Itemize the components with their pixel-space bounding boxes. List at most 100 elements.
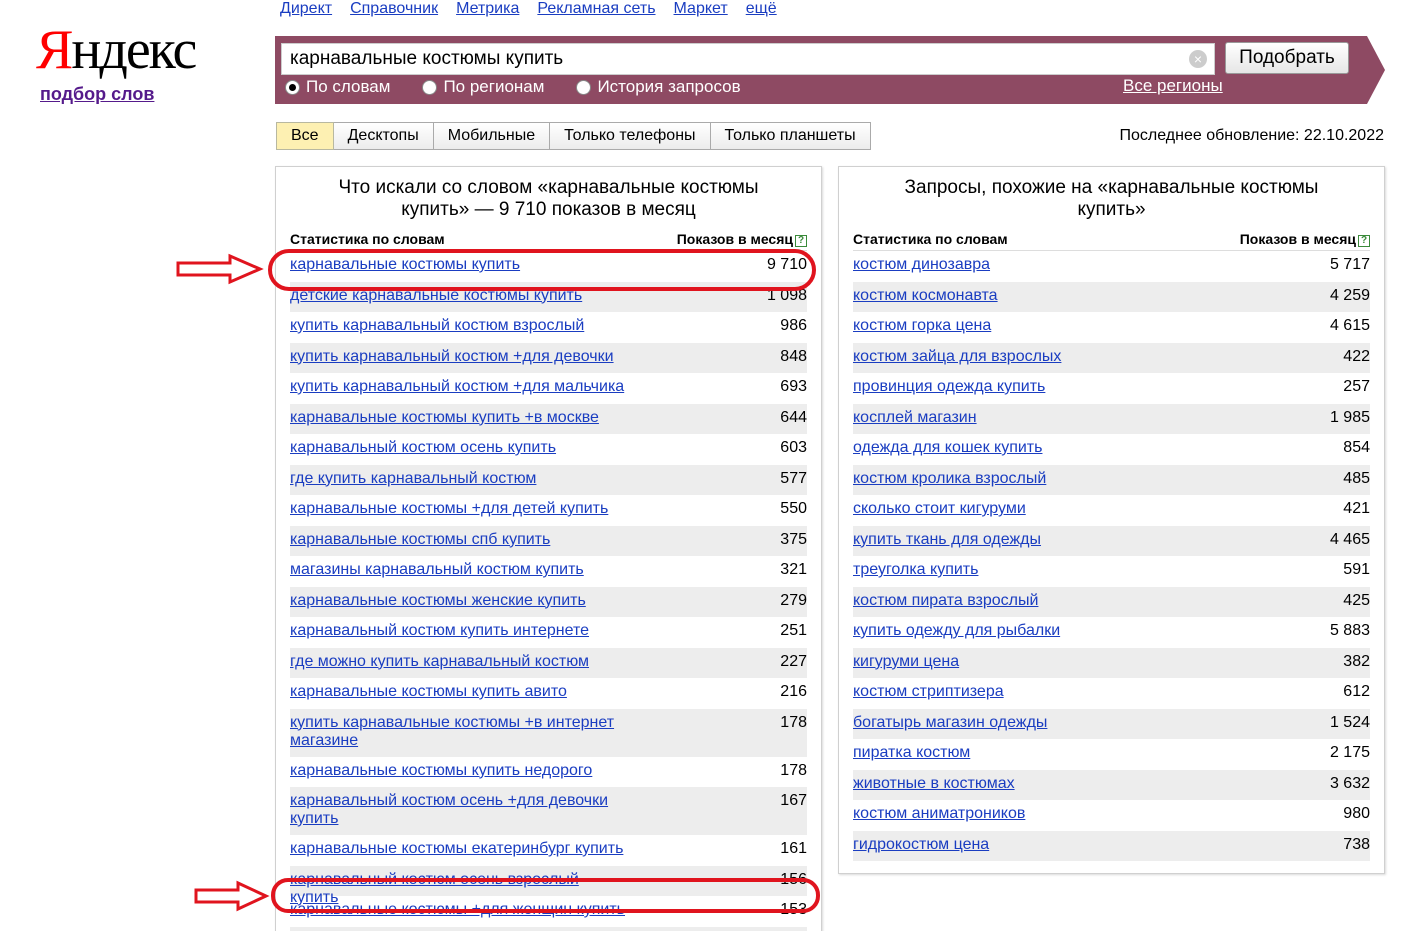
tab-tablets-only[interactable]: Только планшеты <box>710 122 871 150</box>
query-link[interactable]: карнавальный костюм купить интернете <box>290 622 589 640</box>
impressions-count: 421 <box>1343 500 1370 517</box>
table-row: магазины карнавальный костюм купить 321 <box>290 556 807 587</box>
table-body: костюм динозавра 5 717 костюм космонавта 4 … <box>853 251 1370 861</box>
mode-by-regions[interactable]: По регионам <box>422 77 544 97</box>
table-row: костюм горка цена 4 615 <box>853 312 1370 343</box>
query-link[interactable]: карнавальные костюмы спб купить <box>290 531 550 549</box>
search-input[interactable] <box>281 43 1215 75</box>
clear-icon[interactable]: × <box>1189 50 1207 68</box>
impressions-count: 178 <box>780 761 807 779</box>
query-link[interactable]: костюм динозавра <box>853 256 990 274</box>
query-link[interactable]: сколько стоит кигуруми <box>853 500 1026 518</box>
query-link[interactable]: карнавальные костюмы купить +в москве <box>290 409 599 427</box>
query-link[interactable]: костюм пирата взрослый <box>853 592 1038 610</box>
table-row: костюм зайца для взрослых 422 <box>853 342 1370 373</box>
query-link[interactable]: провинция одежда купить <box>853 378 1045 396</box>
impressions-count: 1 098 <box>766 286 807 304</box>
help-icon[interactable]: ? <box>795 235 807 247</box>
nav-link-help[interactable]: Справочник <box>350 0 438 18</box>
radio-icon[interactable] <box>576 79 592 95</box>
nav-link-market[interactable]: Маркет <box>674 0 728 18</box>
submit-button[interactable]: Подобрать <box>1225 42 1349 74</box>
table-row: костюм стриптизера 612 <box>853 678 1370 709</box>
query-link[interactable]: купить карнавальный костюм +для мальчика <box>290 378 624 396</box>
tab-all[interactable]: Все <box>276 122 334 150</box>
nav-link-metrika[interactable]: Метрика <box>456 0 519 18</box>
query-link[interactable]: купить ткань для одежды <box>853 531 1041 549</box>
tab-phones-only[interactable]: Только телефоны <box>550 122 711 150</box>
query-link[interactable]: купить карнавальные костюмы +в интернет … <box>290 714 630 750</box>
table-row: где купить карнавальный костюм 577 <box>290 464 807 495</box>
query-link[interactable]: карнавальные костюмы купить недорого <box>290 762 592 780</box>
impressions-count: 980 <box>1343 805 1370 822</box>
wordstat-link[interactable]: подбор слов <box>40 84 154 105</box>
query-link[interactable]: костюм стриптизера <box>853 683 1004 701</box>
impressions-count: 156 <box>780 870 807 888</box>
mode-by-words[interactable]: По словам <box>285 77 390 97</box>
impressions-count: 321 <box>780 561 807 578</box>
impressions-count: 577 <box>780 469 807 487</box>
query-link[interactable]: карнавальный костюм осень купить <box>290 439 556 457</box>
nav-link-more[interactable]: ещё <box>746 0 777 18</box>
query-link[interactable]: купить карнавальный костюм взрослый <box>290 317 584 335</box>
query-link[interactable]: животные в костюмах <box>853 775 1015 793</box>
mode-history[interactable]: История запросов <box>576 77 741 97</box>
query-link[interactable]: купить карнавальный костюм +для девочки <box>290 348 614 366</box>
query-link[interactable]: купить одежду для рыбалки <box>853 622 1060 640</box>
query-link[interactable]: где можно купить карнавальный костюм <box>290 653 589 671</box>
search-mode-group: По словам По регионам История запросов <box>285 77 773 97</box>
query-link[interactable]: косплей магазин <box>853 409 977 427</box>
query-link[interactable]: гидрокостюм цена <box>853 836 989 854</box>
query-link[interactable]: где купить карнавальный костюм <box>290 470 536 488</box>
query-link[interactable]: карнавальные костюмы екатеринбург купить <box>290 840 623 858</box>
yandex-logo[interactable]: Яндекс <box>36 22 197 78</box>
impressions-count: 3 632 <box>1329 774 1370 792</box>
radio-icon[interactable] <box>422 79 438 95</box>
query-link[interactable]: карнавальные костюмы купить <box>290 256 520 274</box>
table-row: карнавальные костюмы купить 9 710 <box>290 251 807 282</box>
tab-desktops[interactable]: Десктопы <box>333 122 434 150</box>
query-link[interactable]: кигуруми цена <box>853 653 959 671</box>
table-row: где можно купить карнавальный костюм 227 <box>290 647 807 678</box>
impressions-count: 485 <box>1343 469 1370 487</box>
impressions-count: 5 883 <box>1329 622 1370 639</box>
impressions-count: 9 710 <box>766 256 807 273</box>
nav-link-direct[interactable]: Директ <box>280 0 332 18</box>
table-row: одежда для кошек купить 854 <box>853 434 1370 465</box>
query-link[interactable]: костюм аниматроников <box>853 805 1025 823</box>
table-row: костюм космонавта 4 259 <box>853 281 1370 312</box>
table-row: карнавальные костюмы купить +в москве 644 <box>290 403 807 434</box>
query-link[interactable]: детские карнавальные костюмы купить <box>290 287 582 305</box>
query-link[interactable]: богатырь магазин одежды <box>853 714 1047 732</box>
table-row: карнавальные костюмы екатеринбург купить… <box>290 835 807 866</box>
query-link[interactable]: одежда для кошек купить <box>853 439 1042 457</box>
impressions-count: 4 615 <box>1329 317 1370 334</box>
table-row: карнавальные костюмы +для детей купить 55… <box>290 495 807 526</box>
query-link[interactable]: карнавальный костюм осень +для девочки к… <box>290 792 630 828</box>
impressions-count: 161 <box>780 840 807 857</box>
nav-link-ad-network[interactable]: Рекламная сеть <box>537 0 655 18</box>
help-icon[interactable]: ? <box>1358 235 1370 247</box>
table-row: карнавальный костюм хэллоуин купить145 <box>290 926 807 931</box>
radio-selected-icon[interactable] <box>285 79 300 95</box>
query-link[interactable]: костюм космонавта <box>853 287 998 305</box>
impressions-count: 425 <box>1343 591 1370 609</box>
query-link[interactable]: карнавальные костюмы женские купить <box>290 592 586 610</box>
query-link[interactable]: магазины карнавальный костюм купить <box>290 561 584 579</box>
impressions-count: 167 <box>780 792 807 809</box>
impressions-count: 738 <box>1343 835 1370 853</box>
query-link[interactable]: костюм зайца для взрослых <box>853 348 1061 366</box>
query-link[interactable]: пиратка костюм <box>853 744 970 762</box>
query-link[interactable]: костюм кролика взрослый <box>853 470 1046 488</box>
query-link[interactable]: карнавальные костюмы +для женщин купить <box>290 901 625 919</box>
query-link[interactable]: костюм горка цена <box>853 317 991 335</box>
query-link[interactable]: карнавальные костюмы купить авито <box>290 683 567 701</box>
all-regions-link[interactable]: Все регионы <box>1123 76 1223 96</box>
query-link[interactable]: треуголка купить <box>853 561 978 579</box>
impressions-count: 550 <box>780 500 807 517</box>
impressions-count: 2 175 <box>1329 744 1370 761</box>
query-link[interactable]: карнавальные костюмы +для детей купить <box>290 500 608 518</box>
impressions-count: 382 <box>1343 652 1370 670</box>
tab-mobile[interactable]: Мобильные <box>433 122 551 150</box>
top-nav: Директ Справочник Метрика Рекламная сеть… <box>280 0 777 18</box>
